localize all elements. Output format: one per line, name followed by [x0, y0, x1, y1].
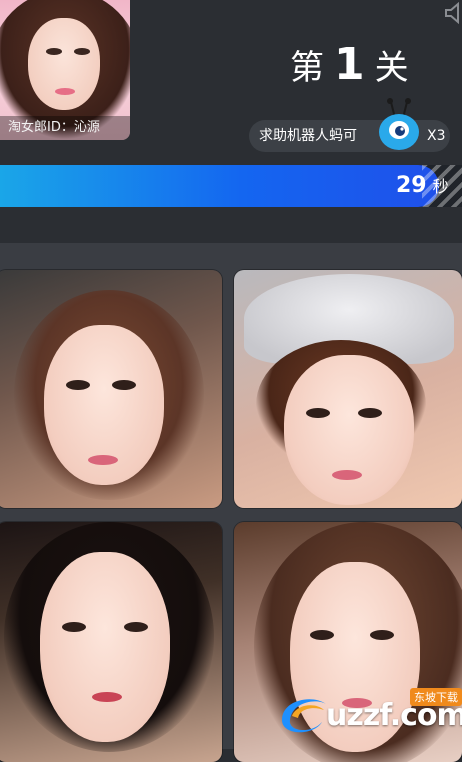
help-robot-label: 求助机器人蚂可 — [259, 128, 357, 144]
photo-choice-1[interactable] — [0, 270, 222, 508]
photo-choice-grid — [0, 243, 462, 762]
level-number: 1 — [334, 39, 367, 90]
watermark-sub: 东坡下载 — [410, 688, 462, 706]
reference-caption: 淘女郎ID：沁源 — [0, 116, 130, 140]
robot-icon — [373, 94, 425, 154]
timer-readout: 29 秒 — [396, 165, 449, 207]
timer-seconds: 29 — [396, 173, 427, 198]
help-robot-button[interactable]: 求助机器人蚂可 X3 — [249, 98, 450, 152]
photo-choice-2[interactable] — [234, 270, 462, 508]
level-title: 第1关 — [290, 40, 411, 93]
help-robot-count: X3 — [427, 128, 446, 144]
timer-fill — [0, 165, 439, 207]
timer-unit: 秒 — [432, 177, 449, 196]
speaker-icon[interactable] — [444, 1, 462, 25]
reference-photo: 淘女郎ID：沁源 — [0, 0, 130, 140]
level-prefix: 第 — [290, 48, 326, 88]
timer-bar — [0, 165, 462, 207]
uzzf-logo-icon — [276, 690, 332, 736]
photo-choice-3[interactable] — [0, 522, 222, 762]
level-suffix: 关 — [374, 48, 411, 88]
game-header: 淘女郎ID：沁源 第1关 求助机器人蚂可 X3 29 秒 — [0, 0, 462, 243]
